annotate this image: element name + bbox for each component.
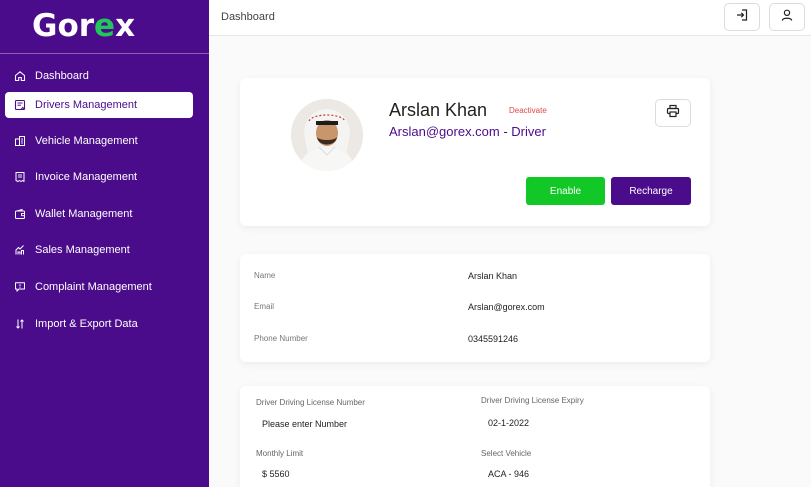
printer-icon	[666, 104, 680, 123]
logout-icon	[735, 8, 749, 27]
license-form-card: Driver Driving License Number Please ent…	[240, 386, 710, 487]
sales-icon	[13, 243, 27, 257]
sidebar-item-label: Complaint Management	[35, 281, 152, 293]
sidebar-item-vehicle[interactable]: Vehicle Management	[5, 128, 193, 154]
deactivate-link[interactable]: Deactivate	[509, 106, 547, 115]
user-profile-button[interactable]	[769, 3, 805, 31]
breadcrumb[interactable]: Dashboard	[221, 11, 275, 23]
sidebar-item-wallet[interactable]: Wallet Management	[5, 201, 193, 227]
import-export-icon	[13, 317, 27, 331]
sidebar-divider	[0, 53, 209, 54]
sidebar-item-dashboard[interactable]: Dashboard	[5, 63, 193, 89]
monthly-limit-label: Monthly Limit	[256, 449, 304, 458]
driver-name-heading: Arslan Khan	[389, 100, 488, 120]
name-value: Arslan Khan	[468, 271, 518, 281]
brand-logo[interactable]: Gorex	[32, 8, 135, 44]
driver-card-icon	[13, 98, 27, 112]
print-button[interactable]	[655, 99, 691, 127]
select-vehicle-label: Select Vehicle	[481, 449, 532, 458]
logout-button[interactable]	[724, 3, 760, 31]
avatar	[291, 99, 363, 171]
sidebar-item-label: Import & Export Data	[35, 318, 138, 330]
sidebar-item-label: Vehicle Management	[35, 135, 138, 147]
driver-email-role: Arslan@gorex.com - Driver	[389, 124, 546, 139]
sidebar-item-drivers[interactable]: Drivers Management	[5, 92, 193, 118]
invoice-icon	[13, 170, 27, 184]
email-label: Email	[254, 302, 275, 311]
recharge-button[interactable]: Recharge	[611, 177, 691, 205]
profile-card: Arslan Khan Deactivate Arslan@gorex.com …	[240, 78, 710, 226]
sidebar-item-invoice[interactable]: Invoice Management	[5, 164, 193, 190]
phone-value: 0345591246	[468, 334, 519, 344]
wallet-icon	[13, 207, 27, 221]
sidebar-item-import-export[interactable]: Import & Export Data	[5, 311, 193, 337]
sidebar-item-label: Invoice Management	[35, 171, 138, 183]
user-icon	[780, 8, 794, 27]
enable-button[interactable]: Enable	[526, 177, 605, 205]
sidebar-item-label: Sales Management	[35, 244, 130, 256]
topbar: Dashboard	[209, 0, 811, 36]
sidebar-item-complaint[interactable]: Complaint Management	[5, 274, 193, 300]
home-icon	[13, 69, 27, 83]
building-icon	[13, 134, 27, 148]
complaint-icon	[13, 280, 27, 294]
sidebar-item-sales[interactable]: Sales Management	[5, 237, 193, 263]
sidebar-item-label: Drivers Management	[35, 99, 138, 111]
email-value: Arslan@gorex.com	[468, 302, 545, 312]
monthly-limit-input[interactable]: $ 5560	[262, 469, 290, 479]
sidebar: Gorex Dashboard Drivers Management Vehic…	[0, 0, 209, 487]
name-label: Name	[254, 271, 276, 280]
main-content: Arslan Khan Deactivate Arslan@gorex.com …	[209, 36, 811, 487]
license-number-label: Driver Driving License Number	[256, 398, 365, 407]
phone-label: Phone Number	[254, 334, 308, 343]
sidebar-item-label: Wallet Management	[35, 208, 133, 220]
sidebar-item-label: Dashboard	[35, 70, 89, 82]
driver-info-card: Name Arslan Khan Email Arslan@gorex.com …	[240, 254, 710, 362]
select-vehicle-dropdown[interactable]: ACA - 946	[488, 469, 529, 479]
license-expiry-input[interactable]: 02-1-2022	[488, 418, 529, 428]
logo-text: Gorex	[32, 8, 136, 44]
license-number-input[interactable]: Please enter Number	[262, 419, 347, 429]
license-expiry-label: Driver Driving License Expiry	[481, 396, 584, 405]
